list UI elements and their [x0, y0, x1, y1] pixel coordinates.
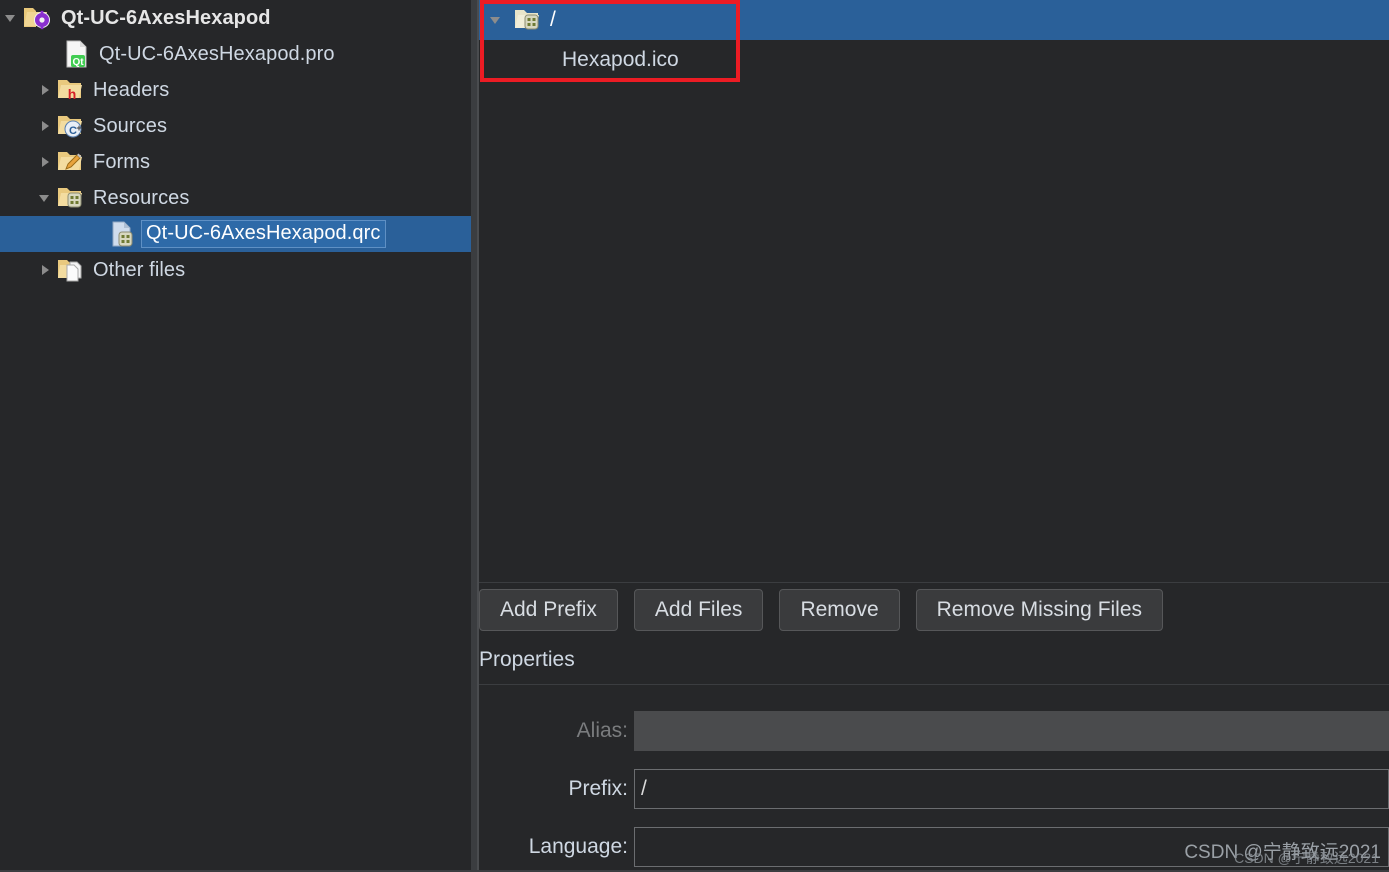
- chevron-right-icon[interactable]: [38, 155, 52, 169]
- qrc-file-icon: [110, 220, 136, 248]
- remove-button[interactable]: Remove: [779, 589, 900, 631]
- project-tree-panel[interactable]: Qt-UC-6AxesHexapod Qt Qt-UC-6AxesHexapod…: [0, 0, 477, 872]
- resource-tree-item-label: Hexapod.ico: [562, 48, 679, 71]
- project-tree-item-pro-file[interactable]: Qt Qt-UC-6AxesHexapod.pro: [0, 36, 477, 72]
- folder-other-icon: [56, 257, 84, 283]
- chevron-right-icon[interactable]: [38, 83, 52, 97]
- folder-forms-icon: [56, 149, 84, 175]
- folder-sources-icon: C +: [56, 113, 84, 139]
- project-tree-item-label: Qt-UC-6AxesHexapod.pro: [99, 42, 335, 65]
- project-tree-item-label: Qt-UC-6AxesHexapod.qrc: [141, 220, 386, 248]
- svg-text:+: +: [76, 123, 81, 133]
- properties-row-language: Language:: [479, 825, 1389, 869]
- resource-editor-panel: / Hexapod.ico Add Prefix Add Files Remov…: [479, 0, 1389, 872]
- resource-tree-item-label: /: [550, 8, 556, 31]
- folder-project-icon: [22, 5, 52, 31]
- properties-section-title: Properties: [479, 648, 575, 671]
- properties-row-alias: Alias:: [479, 709, 1389, 753]
- resource-tree[interactable]: / Hexapod.ico: [479, 0, 1389, 583]
- language-label: Language:: [528, 835, 628, 858]
- prefix-field[interactable]: [634, 769, 1389, 809]
- prefix-label: Prefix:: [568, 777, 628, 800]
- qt-creator-resource-editor-window: Qt-UC-6AxesHexapod Qt Qt-UC-6AxesHexapod…: [0, 0, 1389, 872]
- project-tree-item-headers[interactable]: h Headers: [0, 72, 477, 108]
- project-tree-item-qrc-file[interactable]: Qt-UC-6AxesHexapod.qrc: [0, 216, 477, 252]
- project-tree-item-resources[interactable]: Resources: [0, 180, 477, 216]
- alias-label: Alias:: [576, 719, 628, 742]
- folder-resource-icon: [513, 7, 541, 33]
- qt-pro-file-icon: Qt: [64, 40, 90, 68]
- properties-panel: Alias: Prefix: Language:: [479, 684, 1389, 872]
- project-tree-item-label: Qt-UC-6AxesHexapod: [61, 6, 271, 29]
- project-tree-item-label: Sources: [93, 114, 168, 137]
- twisty-placeholder: [46, 47, 60, 61]
- project-tree-item-sources[interactable]: C + Sources: [0, 108, 477, 144]
- project-tree-item-other-files[interactable]: Other files: [0, 252, 477, 288]
- alias-field[interactable]: [634, 711, 1389, 751]
- folder-headers-icon: h: [56, 77, 84, 103]
- chevron-down-icon[interactable]: [4, 11, 18, 25]
- chevron-right-icon[interactable]: [38, 263, 52, 277]
- project-tree-item-forms[interactable]: Forms: [0, 144, 477, 180]
- chevron-right-icon[interactable]: [38, 119, 52, 133]
- project-tree-item-label: Forms: [93, 150, 151, 173]
- resource-tree-item-file[interactable]: Hexapod.ico: [479, 40, 1389, 80]
- svg-text:Qt: Qt: [72, 57, 84, 68]
- chevron-down-icon[interactable]: [38, 191, 52, 205]
- project-tree-item-label: Headers: [93, 78, 170, 101]
- add-prefix-button[interactable]: Add Prefix: [479, 589, 618, 631]
- resource-tree-item-prefix[interactable]: /: [479, 0, 1389, 40]
- remove-missing-files-button[interactable]: Remove Missing Files: [915, 589, 1164, 631]
- project-tree-item-label: Resources: [93, 186, 190, 209]
- language-field[interactable]: [634, 827, 1389, 867]
- properties-row-prefix: Prefix:: [479, 767, 1389, 811]
- chevron-down-icon[interactable]: [489, 13, 503, 27]
- add-files-button[interactable]: Add Files: [633, 589, 764, 631]
- resource-editor-button-bar: Add Prefix Add Files Remove Remove Missi…: [479, 589, 1389, 635]
- project-tree-item-label: Other files: [93, 258, 186, 281]
- project-tree-item-project-root[interactable]: Qt-UC-6AxesHexapod: [0, 0, 477, 36]
- folder-resource-icon: [56, 185, 84, 211]
- svg-text:h: h: [68, 86, 77, 102]
